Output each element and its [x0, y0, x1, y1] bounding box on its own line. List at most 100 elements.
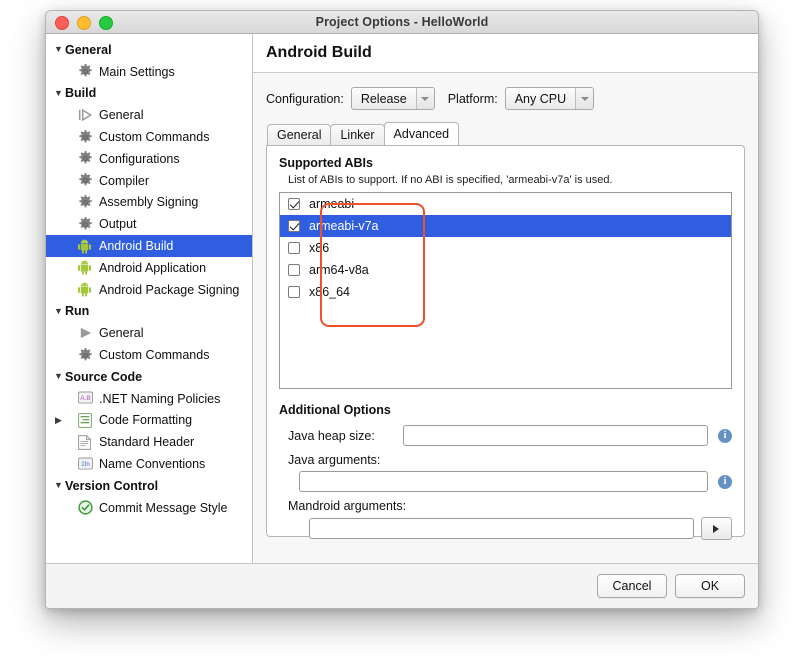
sidebar-item-label: Custom Commands: [99, 348, 209, 362]
platform-dropdown[interactable]: Any CPU: [505, 87, 594, 110]
options-sidebar-tree[interactable]: ▼GeneralMain Settings▼BuildGeneralCustom…: [46, 34, 253, 563]
sidebar-item-name-conventions[interactable]: 1fnName Conventions: [46, 453, 252, 475]
sidebar-item-source-code[interactable]: ▼Source Code: [46, 366, 252, 388]
sidebar-item-version-control[interactable]: ▼Version Control: [46, 475, 252, 497]
tab-general[interactable]: General: [267, 124, 331, 145]
abi-list-item[interactable]: x86_64: [280, 281, 731, 303]
abc-badge-icon: 1fn: [78, 457, 95, 472]
sidebar-item-custom-commands[interactable]: Custom Commands: [46, 126, 252, 148]
abi-checkbox[interactable]: [288, 286, 300, 298]
disclosure-triangle-expanded-icon[interactable]: ▼: [52, 89, 65, 98]
sidebar-item-android-build[interactable]: Android Build: [46, 235, 252, 257]
close-button[interactable]: [55, 16, 69, 30]
abi-list-item[interactable]: armeabi: [280, 193, 731, 215]
sidebar-item-label: Assembly Signing: [99, 195, 198, 209]
svg-text:A.B: A.B: [80, 395, 91, 402]
java-arguments-label: Java arguments:: [288, 453, 732, 467]
sidebar-item-assembly-signing[interactable]: Assembly Signing: [46, 192, 252, 214]
mandroid-arguments-expand-button[interactable]: [701, 517, 732, 540]
sidebar-item-label: Run: [65, 304, 89, 318]
window-title: Project Options - HelloWorld: [46, 15, 758, 29]
sidebar-item-label: General: [65, 43, 112, 57]
gear-icon: [78, 348, 95, 363]
sidebar-item-commit-message-style[interactable]: Commit Message Style: [46, 497, 252, 519]
disclosure-triangle-expanded-icon[interactable]: ▼: [52, 307, 65, 316]
mandroid-arguments-input[interactable]: [309, 518, 694, 539]
java-arguments-input[interactable]: [299, 471, 708, 492]
minimize-button[interactable]: [77, 16, 91, 30]
sidebar-item-android-package-signing[interactable]: Android Package Signing: [46, 279, 252, 301]
sidebar-item-label: Custom Commands: [99, 130, 209, 144]
sidebar-item-label: Build: [65, 86, 96, 100]
abi-checkbox[interactable]: [288, 198, 300, 210]
tab-bar[interactable]: GeneralLinkerAdvanced: [267, 123, 745, 145]
check-circle-icon: [78, 500, 95, 515]
abi-list-item[interactable]: x86: [280, 237, 731, 259]
sidebar-item-label: .NET Naming Policies: [99, 392, 220, 406]
abi-list-item[interactable]: arm64-v8a: [280, 259, 731, 281]
platform-value: Any CPU: [506, 88, 575, 109]
sidebar-item-android-application[interactable]: Android Application: [46, 257, 252, 279]
abi-checkbox[interactable]: [288, 264, 300, 276]
supported-abis-heading: Supported ABIs: [279, 156, 732, 170]
disclosure-triangle-expanded-icon[interactable]: ▼: [52, 45, 65, 54]
window-body: ▼GeneralMain Settings▼BuildGeneralCustom…: [46, 34, 758, 563]
java-heap-size-input[interactable]: [403, 425, 708, 446]
sidebar-item-label: Code Formatting: [99, 413, 192, 427]
abi-label: armeabi-v7a: [309, 219, 378, 233]
gear-icon: [78, 130, 95, 145]
sidebar-item-general[interactable]: General: [46, 322, 252, 344]
cancel-button[interactable]: Cancel: [597, 574, 667, 598]
sidebar-item-main-settings[interactable]: Main Settings: [46, 61, 252, 83]
sidebar-item-run[interactable]: ▼Run: [46, 301, 252, 323]
ok-button[interactable]: OK: [675, 574, 745, 598]
sidebar-item-code-formatting[interactable]: ▶ Code Formatting: [46, 410, 252, 432]
sidebar-item-label: Android Build: [99, 239, 173, 253]
supported-abis-listbox[interactable]: armeabi armeabi-v7a x86 arm64-v8ax86_64: [279, 192, 732, 389]
sidebar-item-compiler[interactable]: Compiler: [46, 170, 252, 192]
play-right-icon: [713, 525, 719, 533]
mandroid-arguments-label: Mandroid arguments:: [288, 499, 732, 513]
sidebar-item-general[interactable]: General: [46, 104, 252, 126]
sidebar-item-label: Source Code: [65, 370, 142, 384]
android-icon: [78, 282, 95, 297]
play-filled-icon: [78, 326, 95, 341]
sidebar-item-configurations[interactable]: Configurations: [46, 148, 252, 170]
configuration-dropdown[interactable]: Release: [351, 87, 435, 110]
android-icon: [78, 239, 95, 254]
ab-badge-icon: A.B: [78, 391, 95, 406]
svg-text:1fn: 1fn: [81, 460, 89, 467]
sidebar-item-general[interactable]: ▼General: [46, 39, 252, 61]
disclosure-triangle-expanded-icon[interactable]: ▼: [52, 372, 65, 381]
java-arguments-field-row: i: [279, 471, 732, 492]
sidebar-item-label: Configurations: [99, 152, 180, 166]
abi-checkbox[interactable]: [288, 242, 300, 254]
mandroid-arguments-row: Mandroid arguments:: [279, 499, 732, 540]
gear-icon: [78, 195, 95, 210]
info-icon[interactable]: i: [718, 475, 732, 489]
project-options-window: Project Options - HelloWorld ▼GeneralMai…: [45, 10, 759, 609]
sidebar-item-net-naming-policies[interactable]: A.B .NET Naming Policies: [46, 388, 252, 410]
sidebar-item-custom-commands[interactable]: Custom Commands: [46, 344, 252, 366]
play-outline-icon: [78, 108, 95, 123]
abi-label: x86: [309, 241, 329, 255]
supported-abis-description: List of ABIs to support. If no ABI is sp…: [288, 174, 732, 186]
abi-list-item[interactable]: armeabi-v7a: [280, 215, 731, 237]
tab-advanced[interactable]: Advanced: [384, 122, 460, 145]
java-heap-size-label: Java heap size:: [288, 429, 403, 443]
sidebar-item-label: Compiler: [99, 174, 149, 188]
configuration-label: Configuration:: [266, 92, 344, 106]
abi-label: armeabi: [309, 197, 354, 211]
advanced-tab-panel: Supported ABIs List of ABIs to support. …: [266, 145, 745, 537]
window-titlebar: Project Options - HelloWorld: [46, 11, 758, 34]
tab-linker[interactable]: Linker: [330, 124, 384, 145]
disclosure-triangle-collapsed-icon[interactable]: ▶: [52, 416, 65, 425]
sidebar-item-build[interactable]: ▼Build: [46, 83, 252, 105]
info-icon[interactable]: i: [718, 429, 732, 443]
sidebar-item-output[interactable]: Output: [46, 213, 252, 235]
abi-checkbox[interactable]: [288, 220, 300, 232]
sidebar-item-label: Main Settings: [99, 65, 175, 79]
sidebar-item-standard-header[interactable]: Standard Header: [46, 431, 252, 453]
maximize-button[interactable]: [99, 16, 113, 30]
disclosure-triangle-expanded-icon[interactable]: ▼: [52, 481, 65, 490]
